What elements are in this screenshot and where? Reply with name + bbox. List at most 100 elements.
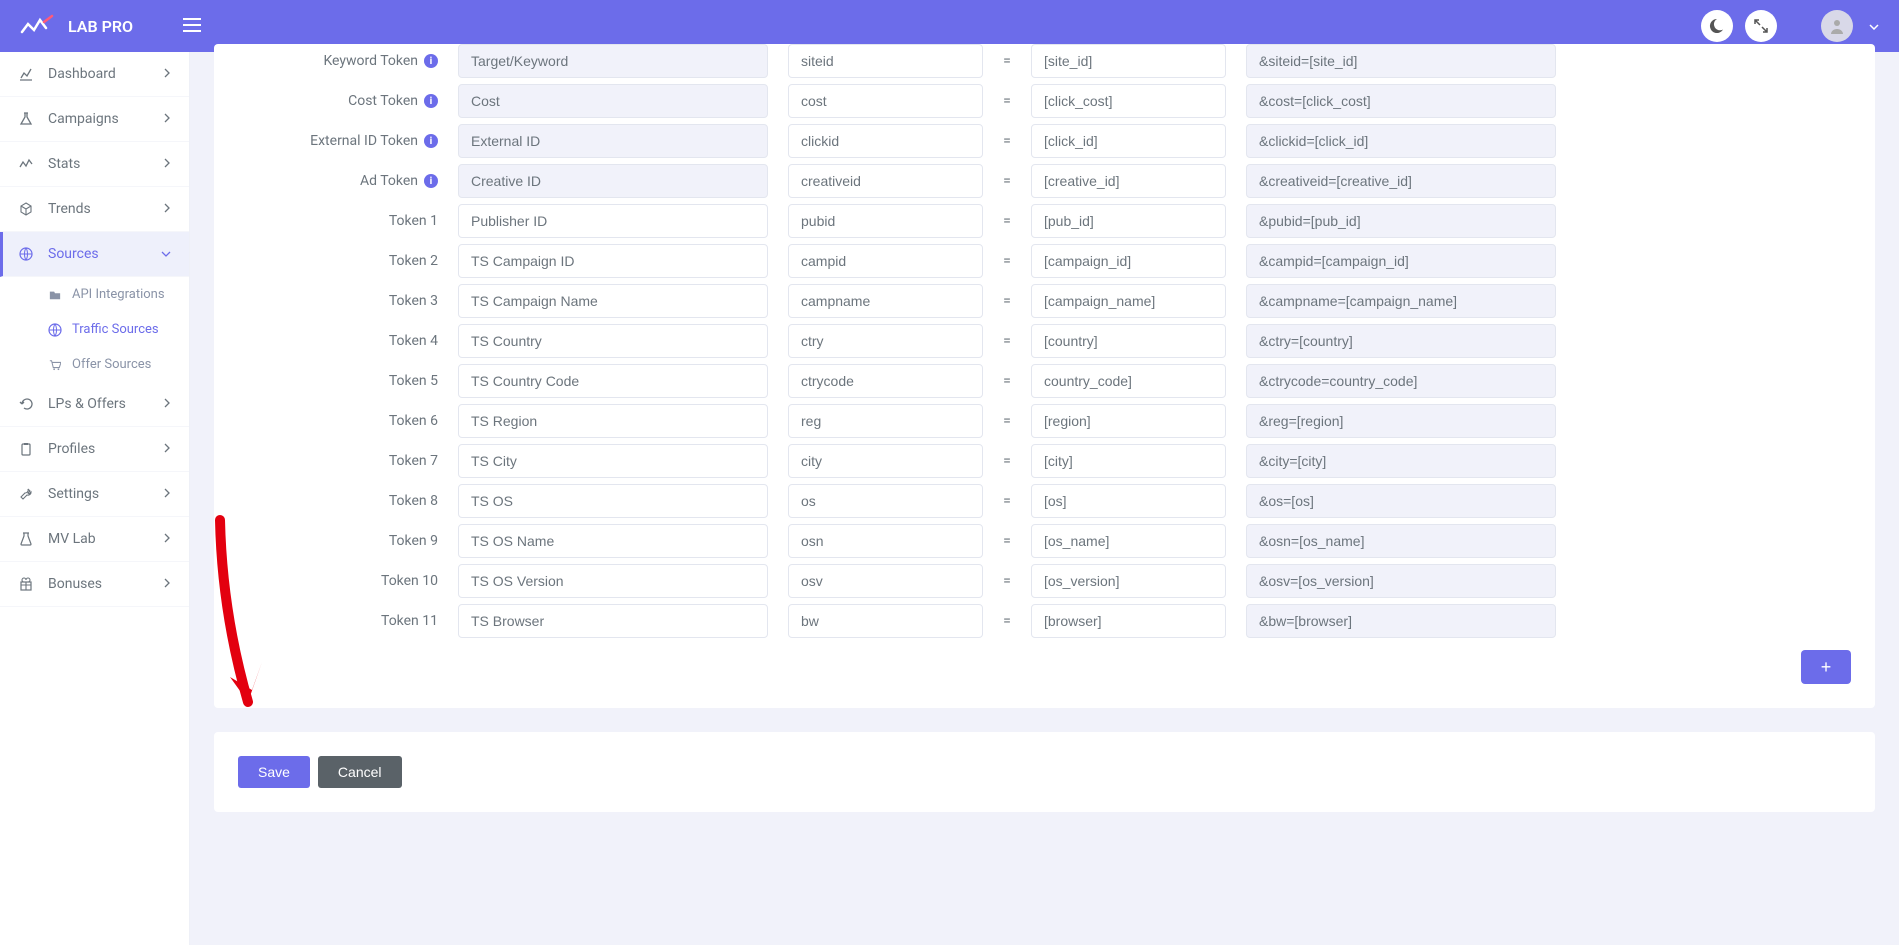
token-label: Token 1 xyxy=(238,213,438,229)
token-row: Token 2 = xyxy=(238,244,1851,278)
info-icon[interactable]: i xyxy=(424,174,438,188)
sidebar-item-bonuses[interactable]: Bonuses xyxy=(0,562,189,607)
add-token-button[interactable]: + xyxy=(1801,650,1851,684)
token-name-input[interactable] xyxy=(458,604,768,638)
folder-icon xyxy=(48,289,62,301)
sidebar-sub-offer-sources[interactable]: Offer Sources xyxy=(0,347,189,382)
token-value-input[interactable] xyxy=(1031,524,1226,558)
token-param-input[interactable] xyxy=(788,564,983,598)
sidebar-item-settings[interactable]: Settings xyxy=(0,472,189,517)
token-name-input[interactable] xyxy=(458,124,768,158)
token-name-input[interactable] xyxy=(458,364,768,398)
token-row: External ID Tokeni = xyxy=(238,124,1851,158)
token-param-input[interactable] xyxy=(788,364,983,398)
token-param-input[interactable] xyxy=(788,244,983,278)
token-value-input[interactable] xyxy=(1031,284,1226,318)
clipboard-icon xyxy=(18,442,34,456)
token-param-input[interactable] xyxy=(788,124,983,158)
token-value-input[interactable] xyxy=(1031,164,1226,198)
user-icon xyxy=(1828,17,1846,35)
sidebar-item-trends[interactable]: Trends xyxy=(0,187,189,232)
token-result-output xyxy=(1246,44,1556,78)
sidebar-item-lps-offers[interactable]: LPs & Offers xyxy=(0,382,189,427)
token-param-input[interactable] xyxy=(788,84,983,118)
sidebar-sub-traffic-sources[interactable]: Traffic Sources xyxy=(0,312,189,347)
token-label: Token 8 xyxy=(238,493,438,509)
token-param-input[interactable] xyxy=(788,44,983,78)
token-value-input[interactable] xyxy=(1031,244,1226,278)
token-param-input[interactable] xyxy=(788,484,983,518)
equals-sign: = xyxy=(1003,373,1011,389)
token-name-input[interactable] xyxy=(458,84,768,118)
cancel-button[interactable]: Cancel xyxy=(318,756,402,788)
user-chevron-icon[interactable] xyxy=(1869,18,1879,34)
dark-mode-toggle[interactable] xyxy=(1701,10,1733,42)
sidebar-sub-label: Offer Sources xyxy=(72,357,151,372)
token-name-input[interactable] xyxy=(458,204,768,238)
equals-sign: = xyxy=(1003,533,1011,549)
save-button[interactable]: Save xyxy=(238,756,310,788)
info-icon[interactable]: i xyxy=(424,134,438,148)
logo[interactable]: LAB PRO xyxy=(20,14,133,38)
token-param-input[interactable] xyxy=(788,604,983,638)
token-name-input[interactable] xyxy=(458,404,768,438)
sidebar-item-stats[interactable]: Stats xyxy=(0,142,189,187)
token-param-input[interactable] xyxy=(788,164,983,198)
token-value-input[interactable] xyxy=(1031,84,1226,118)
token-name-input[interactable] xyxy=(458,484,768,518)
sidebar-item-label: Trends xyxy=(48,201,91,217)
info-icon[interactable]: i xyxy=(424,94,438,108)
sidebar-sub-api-integrations[interactable]: API Integrations xyxy=(0,277,189,312)
sidebar-item-profiles[interactable]: Profiles xyxy=(0,427,189,472)
token-param-input[interactable] xyxy=(788,404,983,438)
token-label: Token 11 xyxy=(238,613,438,629)
sidebar-item-mv-lab[interactable]: MV Lab xyxy=(0,517,189,562)
token-name-input[interactable] xyxy=(458,324,768,358)
zigzag-icon xyxy=(18,157,34,171)
token-result-output xyxy=(1246,404,1556,438)
equals-sign: = xyxy=(1003,53,1011,69)
equals-sign: = xyxy=(1003,293,1011,309)
token-name-input[interactable] xyxy=(458,284,768,318)
token-name-input[interactable] xyxy=(458,564,768,598)
cart-icon xyxy=(48,359,62,371)
token-value-input[interactable] xyxy=(1031,204,1226,238)
token-value-input[interactable] xyxy=(1031,604,1226,638)
token-value-input[interactable] xyxy=(1031,364,1226,398)
token-name-input[interactable] xyxy=(458,444,768,478)
sidebar-item-label: Settings xyxy=(48,486,99,502)
token-name-input[interactable] xyxy=(458,244,768,278)
chevron-icon xyxy=(163,396,171,412)
token-param-input[interactable] xyxy=(788,324,983,358)
token-value-input[interactable] xyxy=(1031,324,1226,358)
beaker-icon xyxy=(18,532,34,546)
chevron-icon xyxy=(163,111,171,127)
fullscreen-toggle[interactable] xyxy=(1745,10,1777,42)
info-icon[interactable]: i xyxy=(424,54,438,68)
hamburger-icon[interactable] xyxy=(183,16,201,37)
undo-icon xyxy=(18,397,34,411)
token-param-input[interactable] xyxy=(788,524,983,558)
token-value-input[interactable] xyxy=(1031,484,1226,518)
sidebar-item-campaigns[interactable]: Campaigns xyxy=(0,97,189,142)
sidebar-item-label: Campaigns xyxy=(48,111,119,127)
user-avatar[interactable] xyxy=(1821,10,1853,42)
token-value-input[interactable] xyxy=(1031,564,1226,598)
token-name-input[interactable] xyxy=(458,524,768,558)
token-row: Token 11 = xyxy=(238,604,1851,638)
token-value-input[interactable] xyxy=(1031,124,1226,158)
token-name-input[interactable] xyxy=(458,44,768,78)
token-name-input[interactable] xyxy=(458,164,768,198)
logo-icon xyxy=(20,14,64,38)
equals-sign: = xyxy=(1003,333,1011,349)
chevron-icon xyxy=(161,246,171,262)
token-value-input[interactable] xyxy=(1031,44,1226,78)
token-value-input[interactable] xyxy=(1031,404,1226,438)
token-param-input[interactable] xyxy=(788,284,983,318)
token-param-input[interactable] xyxy=(788,204,983,238)
sidebar-item-dashboard[interactable]: Dashboard xyxy=(0,52,189,97)
sidebar-item-label: LPs & Offers xyxy=(48,396,126,412)
token-param-input[interactable] xyxy=(788,444,983,478)
sidebar-item-sources[interactable]: Sources xyxy=(0,232,189,277)
token-value-input[interactable] xyxy=(1031,444,1226,478)
